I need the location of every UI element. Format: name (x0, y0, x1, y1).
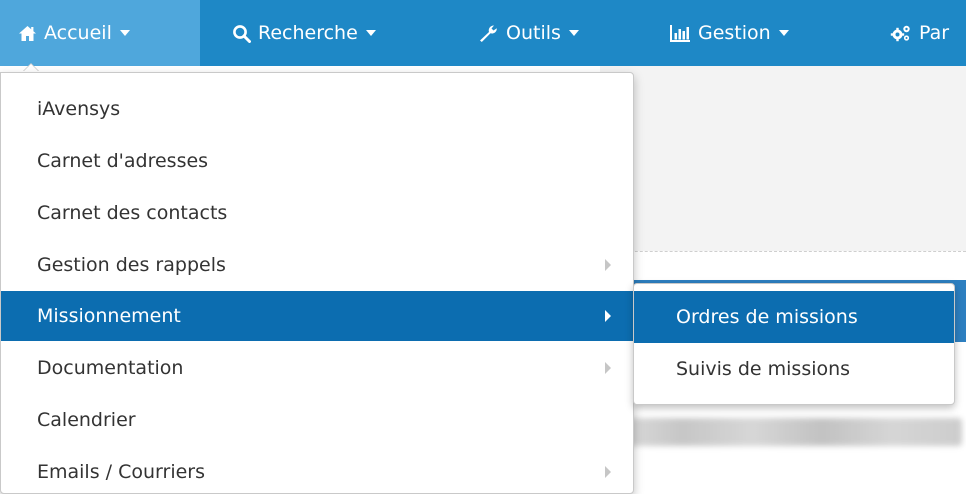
nav-parametres[interactable]: Par (890, 0, 966, 66)
chevron-down-icon (119, 30, 130, 36)
content-panel (600, 66, 966, 251)
accueil-dropdown-menu: iAvensys Carnet d'adresses Carnet des co… (0, 72, 634, 494)
menu-item-documentation[interactable]: Documentation (1, 343, 633, 393)
nav-outils[interactable]: Outils (478, 0, 579, 66)
nav-recherche-label: Recherche (258, 22, 358, 44)
menu-item-label: Calendrier (37, 409, 136, 431)
menu-item-missionnement[interactable]: Missionnement (1, 291, 633, 341)
nav-parametres-label: Par (919, 22, 950, 44)
dropdown-pointer (23, 64, 39, 72)
missionnement-submenu: Ordres de missions Suivis de missions (633, 283, 955, 405)
chevron-down-icon (568, 30, 579, 36)
menu-item-calendrier[interactable]: Calendrier (1, 395, 633, 445)
nav-gestion[interactable]: Gestion (670, 0, 789, 66)
gears-icon (890, 24, 912, 43)
chevron-right-icon (605, 259, 611, 271)
nav-accueil[interactable]: Accueil (0, 0, 200, 66)
menu-item-emails-courriers[interactable]: Emails / Courriers (1, 447, 633, 493)
chevron-down-icon (778, 30, 789, 36)
nav-gestion-label: Gestion (698, 22, 771, 44)
menu-item-gestion-rappels[interactable]: Gestion des rappels (1, 240, 633, 290)
chevron-right-icon (605, 310, 611, 322)
blurred-text (612, 418, 962, 446)
wrench-icon (478, 24, 499, 43)
submenu-item-label: Ordres de missions (676, 306, 858, 328)
top-navbar: Accueil Recherche Outils Gestion Par (0, 0, 966, 66)
menu-item-label: Missionnement (37, 305, 181, 327)
search-icon (232, 24, 251, 43)
chevron-right-icon (605, 362, 611, 374)
home-icon (18, 25, 37, 42)
nav-outils-label: Outils (506, 22, 561, 44)
menu-item-iavensys[interactable]: iAvensys (1, 84, 633, 134)
submenu-item-label: Suivis de missions (676, 358, 851, 380)
chevron-down-icon (365, 30, 376, 36)
menu-item-label: iAvensys (37, 98, 121, 120)
nav-accueil-label: Accueil (44, 22, 112, 44)
nav-recherche[interactable]: Recherche (232, 0, 376, 66)
menu-item-carnet-contacts[interactable]: Carnet des contacts (1, 188, 633, 238)
submenu-item-suivis-missions[interactable]: Suivis de missions (634, 343, 954, 395)
bar-chart-icon (670, 24, 691, 42)
menu-item-carnet-adresses[interactable]: Carnet d'adresses (1, 136, 633, 186)
menu-item-label: Carnet des contacts (37, 202, 228, 224)
menu-item-label: Documentation (37, 357, 184, 379)
chevron-right-icon (605, 466, 611, 478)
menu-item-label: Gestion des rappels (37, 254, 226, 276)
menu-item-label: Carnet d'adresses (37, 150, 209, 172)
menu-item-label: Emails / Courriers (37, 461, 205, 483)
divider (600, 251, 966, 252)
submenu-item-ordres-missions[interactable]: Ordres de missions (634, 291, 954, 343)
